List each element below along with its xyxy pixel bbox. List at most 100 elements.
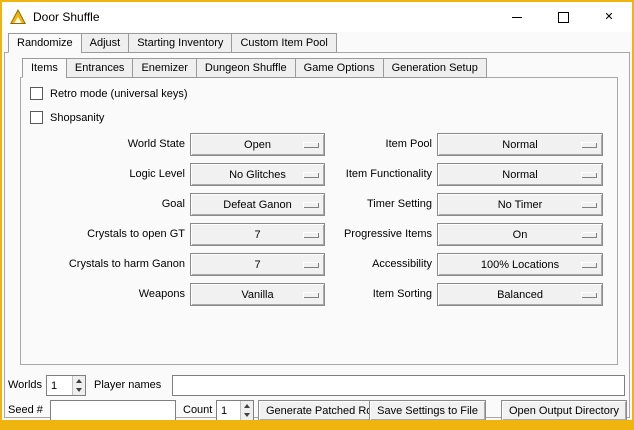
- tab-adjust[interactable]: Adjust: [81, 33, 130, 53]
- settings-row: Logic Level No Glitches Item Functionali…: [2, 163, 632, 186]
- accessibility-dropdown[interactable]: 100% Locations: [437, 253, 603, 276]
- player-names-input[interactable]: [172, 375, 625, 396]
- seed-label: Seed #: [8, 400, 43, 421]
- item-pool-dropdown[interactable]: Normal: [437, 133, 603, 156]
- dropdown-value: Balanced: [497, 289, 543, 301]
- count-value: 1: [217, 401, 240, 420]
- crystals-gt-dropdown[interactable]: 7: [190, 223, 325, 246]
- tab-dungeon-shuffle[interactable]: Dungeon Shuffle: [196, 58, 296, 78]
- worlds-label: Worlds: [8, 375, 42, 396]
- item-functionality-dropdown[interactable]: Normal: [437, 163, 603, 186]
- dropdown-value: 7: [254, 229, 260, 241]
- item-sorting-label: Item Sorting: [330, 283, 432, 306]
- item-pool-label: Item Pool: [330, 133, 432, 156]
- dropdown-indicator-icon: [303, 202, 319, 208]
- dropdown-indicator-icon: [581, 142, 597, 148]
- dropdown-value: On: [513, 229, 528, 241]
- worlds-spin-up[interactable]: [73, 376, 85, 386]
- dropdown-indicator-icon: [581, 292, 597, 298]
- save-settings-button[interactable]: Save Settings to File: [369, 400, 486, 421]
- dropdown-indicator-icon: [303, 232, 319, 238]
- tab-entrances[interactable]: Entrances: [66, 58, 134, 78]
- window-title: Door Shuffle: [33, 10, 100, 24]
- window-controls: ✕: [494, 2, 632, 32]
- worlds-value: 1: [47, 376, 72, 395]
- tab-custom-item-pool[interactable]: Custom Item Pool: [231, 33, 336, 53]
- logic-level-dropdown[interactable]: No Glitches: [190, 163, 325, 186]
- arrow-up-icon: [76, 379, 82, 383]
- minimize-icon: [512, 17, 522, 18]
- dropdown-value: Normal: [502, 139, 537, 151]
- dropdown-indicator-icon: [581, 232, 597, 238]
- shopsanity-label: Shopsanity: [50, 112, 104, 124]
- worlds-spinner[interactable]: 1: [46, 375, 86, 396]
- maximize-button[interactable]: [540, 2, 586, 32]
- settings-row: Crystals to open GT 7 Progressive Items …: [2, 223, 632, 246]
- count-spinner-arrows: [240, 401, 253, 420]
- retro-mode-checkbox[interactable]: [30, 87, 43, 100]
- dropdown-indicator-icon: [303, 172, 319, 178]
- item-sorting-dropdown[interactable]: Balanced: [437, 283, 603, 306]
- dropdown-indicator-icon: [303, 142, 319, 148]
- retro-mode-label: Retro mode (universal keys): [50, 88, 188, 100]
- tab-generation-setup[interactable]: Generation Setup: [383, 58, 487, 78]
- dropdown-indicator-icon: [581, 262, 597, 268]
- dropdown-value: No Glitches: [229, 169, 286, 181]
- dropdown-value: No Timer: [498, 199, 543, 211]
- progressive-items-dropdown[interactable]: On: [437, 223, 603, 246]
- minimize-button[interactable]: [494, 2, 540, 32]
- tab-starting-inventory[interactable]: Starting Inventory: [128, 33, 232, 53]
- accessibility-label: Accessibility: [330, 253, 432, 276]
- weapons-label: Weapons: [30, 283, 185, 306]
- tab-game-options[interactable]: Game Options: [295, 58, 384, 78]
- dropdown-value: Vanilla: [241, 289, 273, 301]
- timer-setting-label: Timer Setting: [330, 193, 432, 216]
- dropdown-value: 100% Locations: [481, 259, 559, 271]
- timer-setting-dropdown[interactable]: No Timer: [437, 193, 603, 216]
- tab-enemizer[interactable]: Enemizer: [132, 58, 196, 78]
- goal-dropdown[interactable]: Defeat Ganon: [190, 193, 325, 216]
- crystals-ganon-dropdown[interactable]: 7: [190, 253, 325, 276]
- retro-mode-row: Retro mode (universal keys): [30, 86, 188, 101]
- world-state-dropdown[interactable]: Open: [190, 133, 325, 156]
- player-names-label: Player names: [94, 375, 161, 396]
- shopsanity-checkbox[interactable]: [30, 111, 43, 124]
- settings-row: World State Open Item Pool Normal: [2, 133, 632, 156]
- shopsanity-row: Shopsanity: [30, 110, 104, 125]
- item-functionality-label: Item Functionality: [330, 163, 432, 186]
- count-spinner[interactable]: 1: [216, 400, 254, 421]
- worlds-spin-down[interactable]: [73, 386, 85, 396]
- world-state-label: World State: [30, 133, 185, 156]
- arrow-down-icon: [244, 413, 250, 417]
- dropdown-indicator-icon: [303, 262, 319, 268]
- app-icon: [10, 9, 26, 25]
- inner-tab-bar: Items Entrances Enemizer Dungeon Shuffle…: [22, 58, 487, 78]
- arrow-down-icon: [76, 388, 82, 392]
- dropdown-indicator-icon: [303, 292, 319, 298]
- goal-label: Goal: [30, 193, 185, 216]
- count-spin-up[interactable]: [241, 401, 253, 411]
- settings-row: Goal Defeat Ganon Timer Setting No Timer: [2, 193, 632, 216]
- progressive-items-label: Progressive Items: [330, 223, 432, 246]
- outer-tab-bar: Randomize Adjust Starting Inventory Cust…: [8, 33, 337, 53]
- crystals-gt-label: Crystals to open GT: [30, 223, 185, 246]
- count-label: Count: [183, 400, 212, 421]
- tab-randomize[interactable]: Randomize: [8, 33, 82, 53]
- open-output-directory-button[interactable]: Open Output Directory: [501, 400, 627, 421]
- dropdown-indicator-icon: [581, 172, 597, 178]
- count-spin-down[interactable]: [241, 411, 253, 421]
- worlds-spinner-arrows: [72, 376, 85, 395]
- tab-items[interactable]: Items: [22, 58, 67, 78]
- dropdown-value: Open: [244, 139, 271, 151]
- maximize-icon: [558, 12, 569, 23]
- close-icon: ✕: [604, 12, 613, 23]
- dropdown-value: 7: [254, 259, 260, 271]
- app-window: Door Shuffle ✕ Randomize Adjust Starting…: [0, 0, 634, 430]
- dropdown-value: Normal: [502, 169, 537, 181]
- arrow-up-icon: [244, 404, 250, 408]
- settings-row: Crystals to harm Ganon 7 Accessibility 1…: [2, 253, 632, 276]
- weapons-dropdown[interactable]: Vanilla: [190, 283, 325, 306]
- close-button[interactable]: ✕: [586, 2, 632, 32]
- dropdown-indicator-icon: [581, 202, 597, 208]
- seed-input[interactable]: [50, 400, 176, 421]
